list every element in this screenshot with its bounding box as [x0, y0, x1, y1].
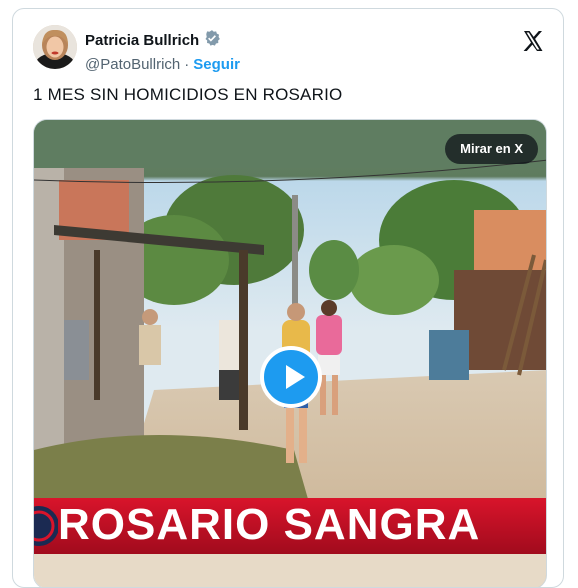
author-handle[interactable]: @PatoBullrich: [85, 56, 180, 73]
tweet-text: 1 MES SIN HOMICIDIOS EN ROSARIO: [33, 85, 343, 104]
news-banner: ROSARIO SANGRA: [34, 498, 546, 554]
tweet-header: Patricia Bullrich @PatoBullrich · Seguir: [33, 23, 549, 75]
play-icon[interactable]: [260, 346, 322, 408]
separator-dot: ·: [184, 56, 190, 73]
avatar[interactable]: [33, 25, 77, 69]
user-info: Patricia Bullrich @PatoBullrich · Seguir: [85, 29, 240, 73]
channel-logo-icon: [34, 506, 58, 546]
author-name[interactable]: Patricia Bullrich: [85, 32, 199, 49]
x-logo-icon[interactable]: [521, 29, 545, 53]
banner-text: ROSARIO SANGRA: [58, 500, 481, 549]
follow-button[interactable]: Seguir: [193, 56, 240, 73]
tweet-card[interactable]: Patricia Bullrich @PatoBullrich · Seguir: [12, 8, 564, 588]
video-lower-band: [34, 554, 546, 587]
watch-on-x-button[interactable]: Mirar en X: [445, 134, 538, 164]
video-player[interactable]: Mirar en X ROSARIO SANGRA: [33, 119, 547, 587]
verified-badge-icon: [203, 29, 221, 52]
